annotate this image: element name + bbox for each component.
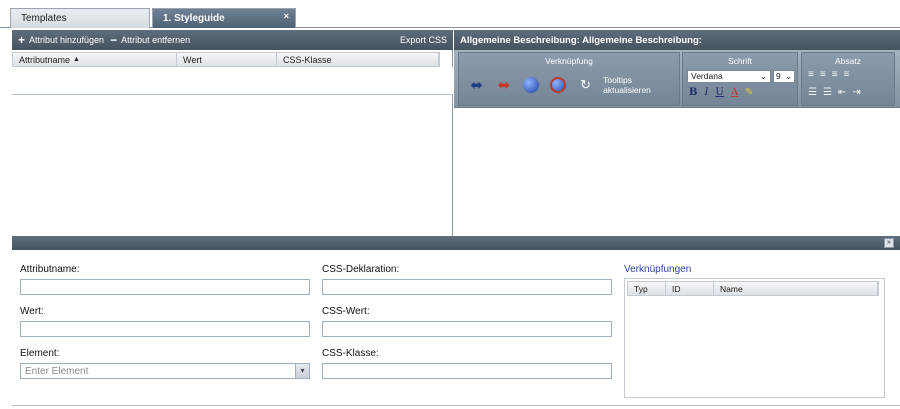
tab-label: 1. Styleguide — [163, 13, 225, 24]
font-size-select[interactable]: 9 ⌄ — [773, 70, 795, 83]
element-combobox[interactable]: Enter Element ▾ — [20, 363, 310, 379]
css-klasse-label: CSS-Klasse: — [322, 348, 379, 359]
element-label: Element: — [20, 348, 60, 359]
highlight-color-icon[interactable]: ✎ — [745, 87, 753, 98]
css-deklaration-field[interactable] — [322, 279, 612, 295]
verknuepfungen-grid-header: Typ ID Name — [627, 281, 879, 296]
plus-icon: + — [18, 33, 26, 47]
minus-icon: − — [110, 33, 118, 47]
column-label: Attributname — [19, 54, 71, 65]
app-window: Templates 1. Styleguide × + Attribut hin… — [0, 0, 900, 409]
indent-icon[interactable]: ⇥ — [852, 87, 860, 98]
align-center-icon[interactable]: ≡ — [820, 69, 826, 80]
chevron-down-icon: ⌄ — [784, 71, 792, 81]
refresh-tooltips-button[interactable]: Tooltips aktualisieren — [603, 75, 679, 95]
align-left-icon[interactable]: ≡ — [808, 69, 814, 80]
attributname-field[interactable] — [20, 279, 310, 295]
tab-label: Templates — [21, 13, 67, 24]
font-family-value: Verdana — [691, 71, 723, 81]
paragraph-group: Absatz ≡ ≡ ≡ ≡ ☰ ☰ ⇤ ⇥ — [801, 52, 895, 106]
align-tools: ≡ ≡ ≡ ≡ — [808, 69, 849, 80]
attributes-grid-header: Attributname ▲ Wert CSS-Klasse — [12, 52, 440, 67]
editor-title: Allgemeine Beschreibung: Allgemeine Besc… — [454, 30, 900, 50]
font-family-select[interactable]: Verdana ⌄ — [687, 70, 771, 83]
attributname-label: Attributname: — [20, 264, 80, 275]
remove-link-icon[interactable]: ⬌ — [494, 76, 513, 94]
refresh-icon[interactable]: ↻ — [576, 76, 595, 94]
add-attribute-label: Attribut hinzufügen — [29, 35, 105, 45]
group-title: Schrift — [727, 56, 753, 66]
export-css-label: Export CSS — [399, 35, 447, 45]
outdent-icon[interactable]: ⇤ — [838, 87, 846, 98]
remove-attribute-label: Attribut entfernen — [121, 35, 191, 45]
verknuepfungen-grid[interactable]: Typ ID Name — [624, 278, 885, 398]
editor-toolbar: Verknüpfung ⬌ ⬌ ↻ Tooltips aktualisieren… — [454, 50, 900, 108]
column-name[interactable]: Name — [714, 282, 878, 295]
column-id[interactable]: ID — [666, 282, 714, 295]
chevron-down-icon[interactable]: ▾ — [295, 364, 309, 378]
link-group: Verknüpfung ⬌ ⬌ ↻ Tooltips aktualisieren — [458, 52, 680, 106]
tab-templates[interactable]: Templates — [10, 8, 150, 28]
css-wert-field[interactable] — [322, 321, 612, 337]
column-label: CSS-Klasse — [283, 54, 332, 65]
bullet-list-icon[interactable]: ☰ — [823, 87, 832, 98]
close-icon[interactable]: × — [284, 11, 289, 21]
remove-attribute-button[interactable]: − Attribut entfernen — [110, 33, 190, 47]
column-wert[interactable]: Wert — [177, 53, 277, 66]
globe-link-icon[interactable] — [521, 76, 540, 94]
column-label: Wert — [183, 54, 202, 65]
column-css-klasse[interactable]: CSS-Klasse — [277, 53, 439, 66]
verknuepfungen-title: Verknüpfungen — [624, 264, 692, 275]
add-attribute-button[interactable]: + Attribut hinzufügen — [18, 33, 104, 47]
list-tools: ☰ ☰ ⇤ ⇥ — [808, 87, 861, 98]
attributes-grid-body[interactable] — [12, 67, 453, 95]
column-typ[interactable]: Typ — [628, 282, 666, 295]
numbered-list-icon[interactable]: ☰ — [808, 87, 817, 98]
tab-styleguide[interactable]: 1. Styleguide × — [152, 8, 296, 28]
css-klasse-field[interactable] — [322, 363, 612, 379]
collapse-icon[interactable]: » — [884, 238, 894, 248]
insert-link-icon[interactable]: ⬌ — [467, 76, 486, 94]
splitter-bar[interactable]: » — [12, 236, 900, 250]
format-tools: B I U A ✎ — [689, 87, 753, 98]
column-attributname[interactable]: Attributname ▲ — [13, 53, 177, 66]
css-deklaration-label: CSS-Deklaration: — [322, 264, 400, 275]
globe-unlink-icon[interactable] — [549, 76, 568, 94]
sort-asc-icon: ▲ — [73, 56, 80, 63]
wert-field[interactable] — [20, 321, 310, 337]
css-wert-label: CSS-Wert: — [322, 306, 370, 317]
chevron-down-icon: ⌄ — [759, 71, 767, 81]
export-css-button[interactable]: Export CSS — [400, 35, 447, 45]
bold-button[interactable]: B — [689, 87, 697, 98]
justify-icon[interactable]: ≡ — [844, 69, 850, 80]
group-title: Verknüpfung — [545, 56, 593, 66]
font-size-value: 9 — [776, 71, 781, 81]
group-title: Absatz — [835, 56, 861, 66]
align-right-icon[interactable]: ≡ — [832, 69, 838, 80]
underline-button[interactable]: U — [715, 87, 723, 98]
wert-label: Wert: — [20, 306, 44, 317]
font-group: Schrift Verdana ⌄ 9 ⌄ B I U A ✎ — [682, 52, 798, 106]
attributes-toolbar: + Attribut hinzufügen − Attribut entfern… — [12, 30, 453, 50]
link-tools: ⬌ ⬌ ↻ Tooltips aktualisieren — [467, 75, 679, 95]
tab-bar: Templates 1. Styleguide × — [0, 0, 900, 28]
italic-button[interactable]: I — [704, 87, 708, 98]
font-color-button[interactable]: A — [731, 87, 738, 98]
description-editor[interactable] — [454, 108, 900, 236]
element-placeholder: Enter Element — [25, 366, 89, 377]
